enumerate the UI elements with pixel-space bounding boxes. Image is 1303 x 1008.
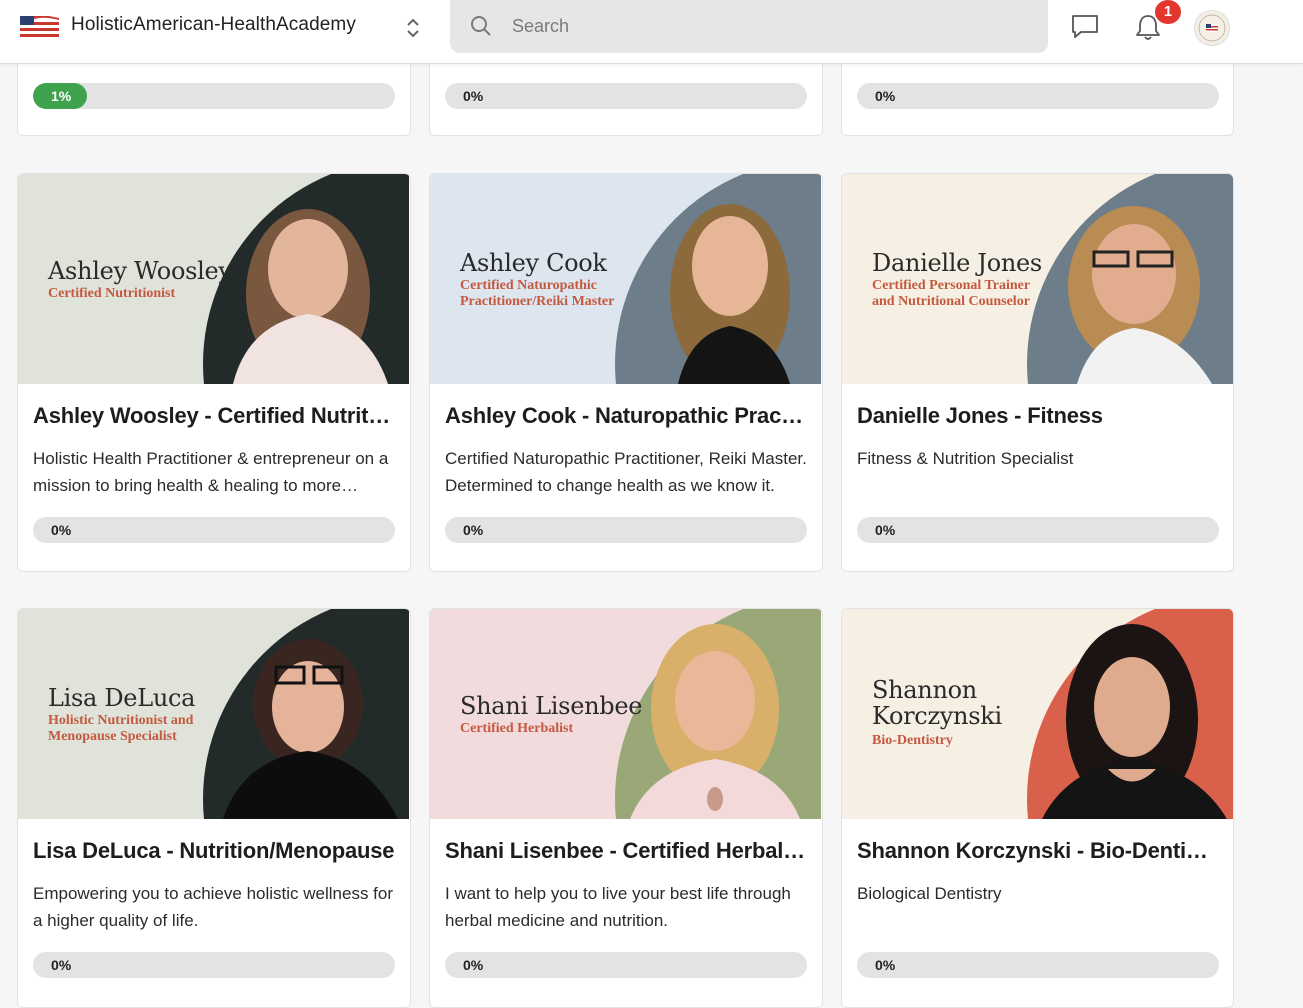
course-description: Certified Naturopathic Practitioner, Rei…: [445, 449, 807, 495]
banner-instructor-role: Certified Personal Trainer and Nutrition…: [872, 278, 1030, 309]
course-card-lisa-deluca[interactable]: Lisa DeLuca Holistic Nutritionist and Me…: [17, 608, 411, 1008]
banner-instructor-name: Shani Lisenbee: [460, 692, 643, 720]
course-card-ashley-cook[interactable]: Ashley Cook Certified Naturopathic Pract…: [429, 173, 823, 572]
course-title[interactable]: Ashley Woosley - Certified Nutritionist: [33, 403, 395, 429]
progress-label: 0%: [875, 957, 896, 973]
flag-logo-icon[interactable]: [20, 16, 59, 38]
banner-instructor-role: Certified Naturopathic Practitioner/Reik…: [460, 278, 615, 309]
course-title[interactable]: Shani Lisenbee - Certified Herbalist: [445, 838, 807, 864]
course-banner: Danielle Jones Certified Personal Traine…: [842, 174, 1233, 384]
progress-bar: 0%: [445, 952, 807, 978]
progress-bar: 0%: [445, 83, 807, 109]
avatar-logo-icon: [1198, 14, 1226, 42]
course-description: Fitness & Nutrition Specialist: [857, 449, 1074, 468]
banner-instructor-role: Certified Herbalist: [460, 721, 574, 736]
course-card-danielle-jones[interactable]: Danielle Jones Certified Personal Traine…: [841, 173, 1234, 572]
progress-bar: 0%: [33, 517, 395, 543]
progress-bar: 0%: [857, 952, 1219, 978]
course-banner: Ashley Woosley Certified Nutritionist: [18, 174, 409, 384]
banner-instructor-name: Lisa DeLuca: [48, 684, 196, 712]
avatar[interactable]: [1194, 10, 1230, 46]
course-card-ashley-woosley[interactable]: Ashley Woosley Certified Nutritionist As…: [17, 173, 411, 572]
search-icon: [471, 16, 491, 36]
banner-instructor-role: Certified Nutritionist: [48, 286, 176, 301]
course-banner: Shannon Korczynski Bio-Dentistry: [842, 609, 1233, 819]
top-bar: HolisticAmerican-HealthAcademy 1: [0, 0, 1303, 64]
chevron-up-down-icon[interactable]: [404, 16, 422, 40]
progress-label: 0%: [51, 522, 72, 538]
course-card-shani-lisenbee[interactable]: Shani Lisenbee Certified Herbalist Shani…: [429, 608, 823, 1008]
course-banner: Shani Lisenbee Certified Herbalist: [430, 609, 821, 819]
progress-bar: 0%: [857, 83, 1219, 109]
banner-instructor-name: Ashley Cook: [460, 249, 607, 277]
progress-bar: 0%: [445, 517, 807, 543]
progress-bar: 1%: [33, 83, 395, 109]
progress-label: 0%: [875, 88, 896, 104]
course-title[interactable]: Danielle Jones - Fitness: [857, 403, 1219, 429]
course-title[interactable]: Shannon Korczynski - Bio-Dentistry: [857, 838, 1219, 864]
course-title[interactable]: Ashley Cook - Naturopathic Practitioner: [445, 403, 807, 429]
progress-bar: 0%: [33, 952, 395, 978]
progress-label: 0%: [463, 522, 484, 538]
course-description: Holistic Health Practitioner & entrepren…: [33, 449, 389, 495]
banner-instructor-role: Bio-Dentistry: [872, 733, 953, 748]
course-description: Biological Dentistry: [857, 884, 1002, 903]
progress-bar: 0%: [857, 517, 1219, 543]
course-description: I want to help you to live your best lif…: [445, 884, 791, 930]
course-card-shannon-korczynski[interactable]: Shannon Korczynski Bio-Dentistry Shannon…: [841, 608, 1234, 1008]
course-description: Empowering you to achieve holistic welln…: [33, 884, 394, 930]
banner-instructor-role: Holistic Nutritionist and Menopause Spec…: [48, 713, 194, 744]
notification-badge[interactable]: 1: [1155, 0, 1181, 24]
progress-label: 0%: [875, 522, 896, 538]
banner-instructor-name: Danielle Jones: [872, 249, 1042, 277]
chat-icon[interactable]: [1070, 13, 1100, 41]
progress-label: 0%: [51, 957, 72, 973]
academy-name[interactable]: HolisticAmerican-HealthAcademy: [71, 14, 356, 36]
progress-label: 0%: [463, 957, 484, 973]
course-banner: Lisa DeLuca Holistic Nutritionist and Me…: [18, 609, 409, 819]
search-input[interactable]: [512, 14, 1032, 38]
course-banner: Ashley Cook Certified Naturopathic Pract…: [430, 174, 821, 384]
banner-instructor-name: Shannon Korczynski: [872, 676, 1002, 730]
progress-label: 0%: [463, 88, 484, 104]
banner-instructor-name: Ashley Woosley: [48, 257, 232, 285]
course-title[interactable]: Lisa DeLuca - Nutrition/Menopause: [33, 838, 395, 864]
progress-label: 1%: [51, 88, 72, 104]
